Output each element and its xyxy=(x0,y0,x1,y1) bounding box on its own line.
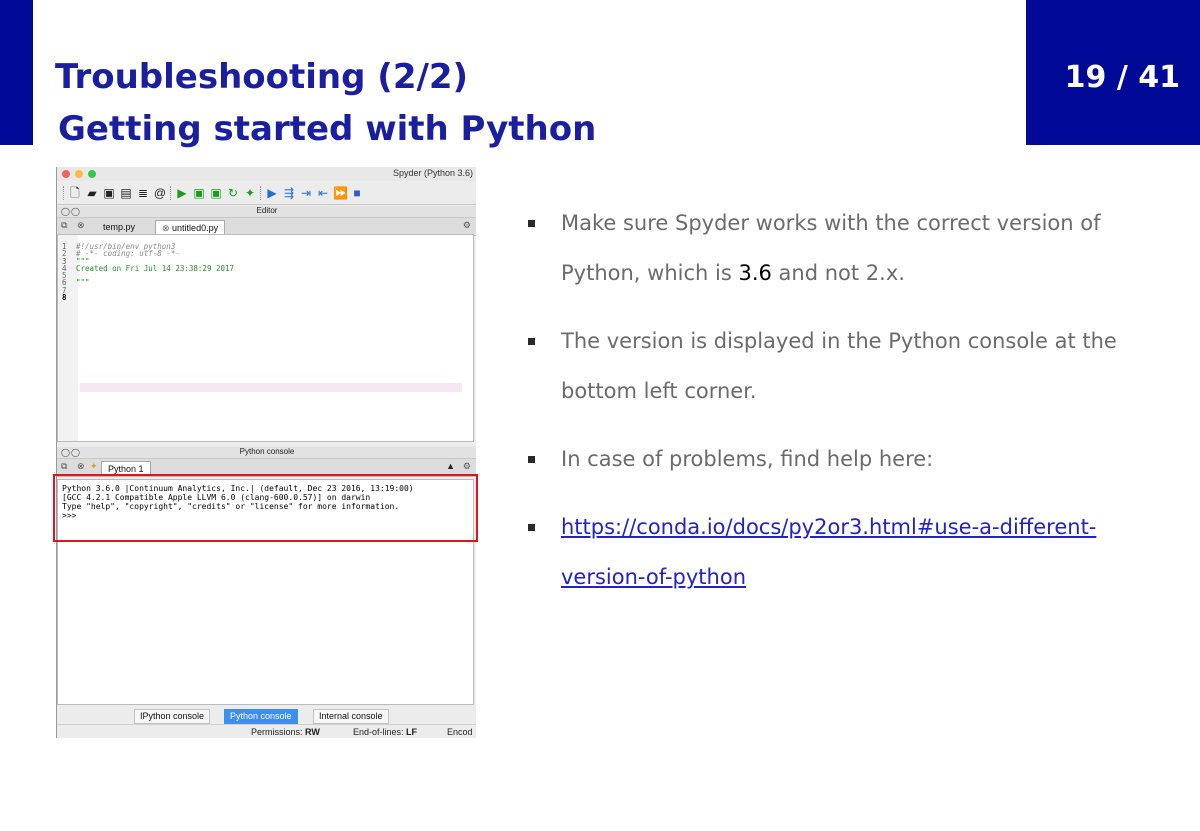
rerun-icon[interactable]: ↻ xyxy=(226,186,240,200)
page-number: 19 / 41 xyxy=(1064,60,1180,95)
encoding-status: Encod xyxy=(447,727,473,737)
stop-debug-icon[interactable]: ■ xyxy=(350,186,364,200)
version-highlight-box xyxy=(53,474,478,542)
console-pane-title: Python console xyxy=(239,447,295,456)
tab-close-icon[interactable]: ⊗ xyxy=(77,461,85,472)
open-file-icon[interactable]: ▰ xyxy=(85,186,99,200)
run-icon[interactable]: ▶ xyxy=(175,186,189,200)
run-cell-advance-icon[interactable]: ▣ xyxy=(209,186,223,200)
slide-subtitle: Getting started with Python xyxy=(58,109,597,149)
python-icon: ✦ xyxy=(90,461,98,471)
new-file-icon[interactable]: 🗋 xyxy=(68,186,82,200)
tab-ipython-console[interactable]: IPython console xyxy=(134,709,211,724)
at-icon[interactable]: @ xyxy=(153,186,167,200)
run-cell-icon[interactable]: ▣ xyxy=(192,186,206,200)
console-type-tabs: IPython console Python console Internal … xyxy=(57,708,476,724)
browse-tabs-icon[interactable]: ⧉ xyxy=(61,220,67,231)
save-all-icon[interactable]: ▤ xyxy=(119,186,133,200)
toolbar-separator xyxy=(260,185,262,200)
slide-title: Troubleshooting (2/2) xyxy=(55,57,469,97)
step-into-icon[interactable]: ⇥ xyxy=(299,186,313,200)
window-titlebar: Spyder (Python 3.6) xyxy=(57,167,476,181)
bullet-item: The version is displayed in the Python c… xyxy=(527,316,1147,416)
toolbar-separator xyxy=(170,185,172,200)
code-editor[interactable]: 1 #!/usr/bin/env python3 2 # -*- coding: u… xyxy=(57,234,474,442)
status-bar: Permissions: RW End-of-lines: LF Encod xyxy=(57,724,476,738)
list-icon[interactable]: ≣ xyxy=(136,186,150,200)
current-line-highlight xyxy=(80,383,462,392)
minimize-window-icon[interactable] xyxy=(75,170,83,178)
tab-python-console[interactable]: Python console xyxy=(224,709,298,724)
bullet-square-icon xyxy=(528,338,535,345)
bullet-square-icon xyxy=(528,456,535,463)
page-number-box: 19 / 41 xyxy=(1026,0,1200,145)
step-return-icon[interactable]: ⇤ xyxy=(316,186,330,200)
spyder-window-screenshot: Spyder (Python 3.6) 🗋 ▰ ▣ ▤ ≣ @ ▶ ▣ ▣ ↻ … xyxy=(56,167,476,738)
tab-internal-console[interactable]: Internal console xyxy=(313,709,389,724)
tab-label: untitled0.py xyxy=(172,223,219,233)
continue-icon[interactable]: ⏩ xyxy=(333,186,348,200)
bullet-square-icon xyxy=(528,524,535,531)
configure-run-icon[interactable]: ✦ xyxy=(243,186,257,200)
eol-status: End-of-lines: LF xyxy=(353,727,418,737)
step-icon[interactable]: ⇶ xyxy=(282,186,296,200)
window-title: Spyder (Python 3.6) xyxy=(392,168,473,178)
bullet-list: Make sure Spyder works with the correct … xyxy=(527,198,1147,620)
code-line: 8 xyxy=(62,293,67,303)
bullet-item: In case of problems, find help here: xyxy=(527,434,1147,484)
bullet-square-icon xyxy=(528,220,535,227)
options-gear-icon[interactable]: ⚙ xyxy=(463,461,471,472)
main-toolbar: 🗋 ▰ ▣ ▤ ≣ @ ▶ ▣ ▣ ↻ ✦ ▶ ⇶ ⇥ ⇤ ⏩ ■ xyxy=(57,181,476,205)
debug-icon[interactable]: ▶ xyxy=(265,186,279,200)
tab-untitled0-py[interactable]: ⊗ untitled0.py xyxy=(155,220,226,235)
close-window-icon[interactable] xyxy=(62,170,70,178)
code-line: 4 Created on Fri Jul 14 23:38:29 2017 xyxy=(62,263,235,273)
bullet-item: Make sure Spyder works with the correct … xyxy=(527,198,1147,298)
editor-pane-header: ◯◯ Editor xyxy=(57,206,476,218)
left-accent-bar xyxy=(0,0,33,145)
tab-temp-py[interactable]: temp.py xyxy=(97,220,141,234)
tab-close-icon[interactable]: ⊗ xyxy=(162,223,172,233)
warning-icon: ▲ xyxy=(446,461,455,471)
permissions-status: Permissions: RW xyxy=(251,727,320,737)
editor-pane-title: Editor xyxy=(256,206,278,215)
tab-close-icon[interactable]: ⊗ xyxy=(77,220,85,231)
browse-tabs-icon[interactable]: ⧉ xyxy=(61,461,67,472)
toolbar-separator xyxy=(63,185,65,200)
code-lines: 1 #!/usr/bin/env python3 2 # -*- coding: u… xyxy=(62,243,235,303)
help-link[interactable]: https://conda.io/docs/py2or3.html#use-a-… xyxy=(561,515,1096,589)
version-number: 3.6 xyxy=(738,261,772,285)
zoom-window-icon[interactable] xyxy=(88,170,96,178)
save-icon[interactable]: ▣ xyxy=(102,186,116,200)
console-pane-header: ◯◯ Python console xyxy=(57,447,476,459)
bullet-item: https://conda.io/docs/py2or3.html#use-a-… xyxy=(527,502,1147,602)
options-gear-icon[interactable]: ⚙ xyxy=(463,220,471,231)
